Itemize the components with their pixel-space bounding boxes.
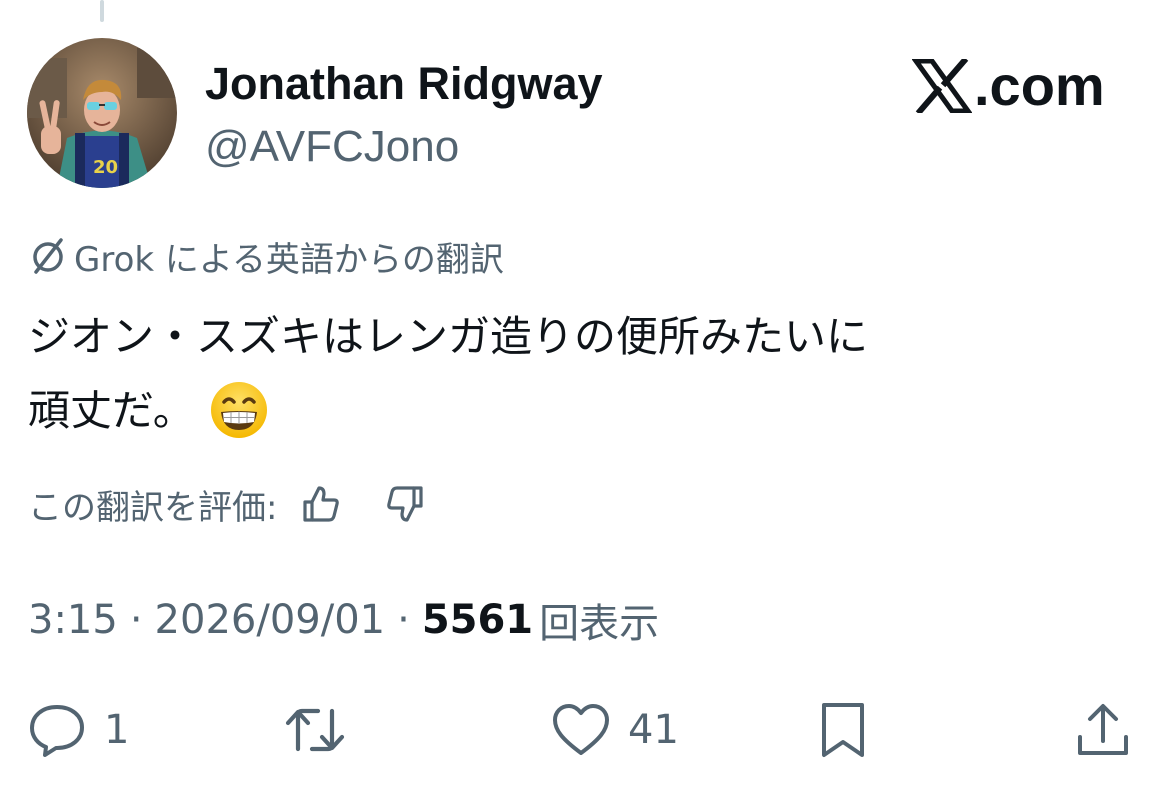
translation-label-text: Grok による英語からの翻訳 [74,239,504,280]
meta-separator: · [397,597,410,643]
avatar[interactable]: 20 [27,38,177,188]
bookmark-icon [822,703,864,757]
avatar-image: 20 [27,38,177,188]
brand-text: .com [974,54,1105,117]
share-button[interactable] [1072,690,1134,770]
reply-count: 1 [104,707,130,753]
tweet-text-line-2-text: 頑丈だ。 [28,386,195,435]
translate-slash-icon [33,238,63,274]
translation-label: Grok による英語からの翻訳 [28,232,504,280]
tweet-meta: 3:15 · 2026/09/01 · 5561 回表示 [28,592,659,648]
svg-text:20: 20 [93,157,118,178]
tweet-text: ジオン・スズキはレンガ造りの便所みたいに 頑丈だ。 [28,300,1148,448]
action-bar: 1 41 [0,690,1170,770]
tweet-time[interactable]: 3:15 [28,597,118,643]
thumbs-down-icon[interactable] [383,482,427,526]
reply-button[interactable]: 1 [26,690,129,770]
reply-icon [30,705,84,757]
like-button[interactable]: 41 [550,690,679,770]
views-count[interactable]: 5561 [422,597,533,643]
brand-watermark: .com [912,56,1105,116]
retweet-button[interactable] [284,690,362,770]
thumbs-up-icon[interactable] [299,482,343,526]
tweet-date[interactable]: 2026/09/01 [155,597,386,643]
like-count: 41 [628,707,679,753]
meta-separator: · [129,597,143,643]
rate-label: この翻訳を評価: [28,487,278,528]
author-name[interactable]: Jonathan Ridgway [205,58,603,110]
share-icon [1078,704,1128,755]
author-handle[interactable]: @AVFCJono [205,121,459,173]
grinning-emoji-icon [210,381,267,438]
bookmark-button[interactable] [812,690,874,770]
rate-translation: この翻訳を評価: [28,478,427,530]
x-logo-icon [912,59,972,113]
tweet-text-line-1: ジオン・スズキはレンガ造りの便所みたいに [28,312,869,361]
views-label: 回表示 [539,601,660,647]
tweet-text-line-2: 頑丈だ。 [28,374,1148,448]
like-icon [553,704,609,755]
retweet-icon [285,708,345,752]
thread-line [100,0,104,22]
